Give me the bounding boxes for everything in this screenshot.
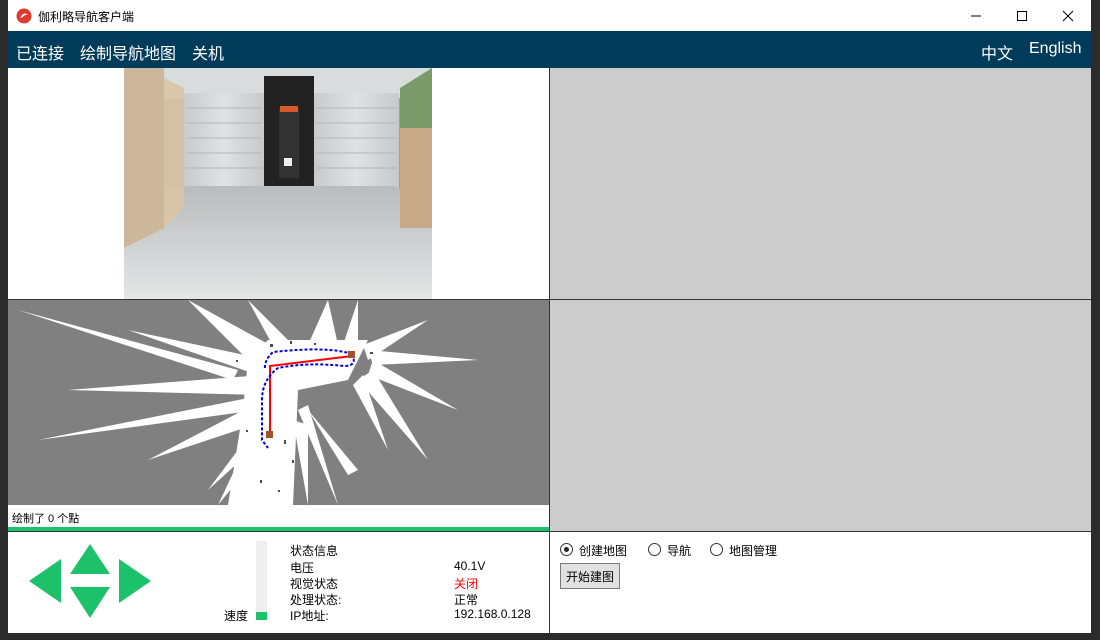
vision-status-label: 视觉状态 xyxy=(290,577,339,591)
start-mapping-button[interactable]: 开始建图 xyxy=(560,563,620,589)
map-panel: 绘制了 0 个點 xyxy=(8,300,549,531)
arrow-down-icon[interactable] xyxy=(70,587,110,618)
galileo-logo-icon xyxy=(16,8,32,24)
radio-map-management-label[interactable]: 地图管理 xyxy=(729,542,777,559)
maximize-icon xyxy=(1017,10,1027,21)
map-canvas[interactable] xyxy=(8,300,549,505)
process-status-label: 处理状态: xyxy=(290,593,342,607)
ip-address-value: 192.168.0.128 xyxy=(454,607,531,621)
map-status-text: 绘制了 0 个點 xyxy=(12,513,80,525)
close-button[interactable] xyxy=(1045,0,1091,31)
vision-status-value: 关闭 xyxy=(454,577,479,591)
speed-level-fill xyxy=(256,612,267,620)
panel-divider-bottom xyxy=(8,531,1091,532)
arrow-right-icon[interactable] xyxy=(119,559,151,603)
minimize-icon xyxy=(971,15,981,16)
ip-address-label: IP地址: xyxy=(290,609,329,623)
radio-map-management[interactable] xyxy=(710,543,723,556)
panel-divider-horizontal xyxy=(8,299,1091,300)
radio-navigation[interactable] xyxy=(648,543,661,556)
menu-lang-zh[interactable]: 中文 xyxy=(981,40,1013,64)
menu-bar: 已连接 绘制导航地图 关机 中文 English xyxy=(8,31,1091,68)
process-status-value: 正常 xyxy=(454,593,479,607)
direction-pad xyxy=(29,544,151,618)
view-panel-bottom-right xyxy=(550,300,1091,531)
app-window: 伽利略导航客户端 已连接 绘制导航地图 关机 中文 English 绘制了 0 … xyxy=(8,0,1091,633)
arrow-left-icon[interactable] xyxy=(29,559,61,603)
panel-divider-vertical xyxy=(549,68,550,633)
radio-navigation-label[interactable]: 导航 xyxy=(667,542,691,559)
minimize-button[interactable] xyxy=(953,0,999,31)
camera-feed-image xyxy=(124,68,432,299)
speed-slider[interactable] xyxy=(256,541,267,620)
voltage-value: 40.1V xyxy=(454,559,486,573)
radio-create-map[interactable] xyxy=(560,543,573,556)
menu-connected[interactable]: 已连接 xyxy=(16,40,64,64)
speed-label: 速度 xyxy=(224,609,249,623)
maximize-button[interactable] xyxy=(999,0,1045,31)
radio-create-map-label[interactable]: 创建地图 xyxy=(579,542,627,559)
title-bar: 伽利略导航客户端 xyxy=(8,0,1091,31)
status-info-title: 状态信息 xyxy=(290,544,339,558)
menu-draw-map[interactable]: 绘制导航地图 xyxy=(80,40,176,64)
camera-panel xyxy=(8,68,549,299)
view-panel-top-right xyxy=(550,68,1091,299)
window-title: 伽利略导航客户端 xyxy=(38,10,135,24)
menu-lang-en[interactable]: English xyxy=(1029,40,1081,58)
close-icon xyxy=(1062,10,1074,21)
voltage-label: 电压 xyxy=(290,561,315,575)
menu-shutdown[interactable]: 关机 xyxy=(192,40,224,64)
arrow-up-icon[interactable] xyxy=(70,544,110,574)
